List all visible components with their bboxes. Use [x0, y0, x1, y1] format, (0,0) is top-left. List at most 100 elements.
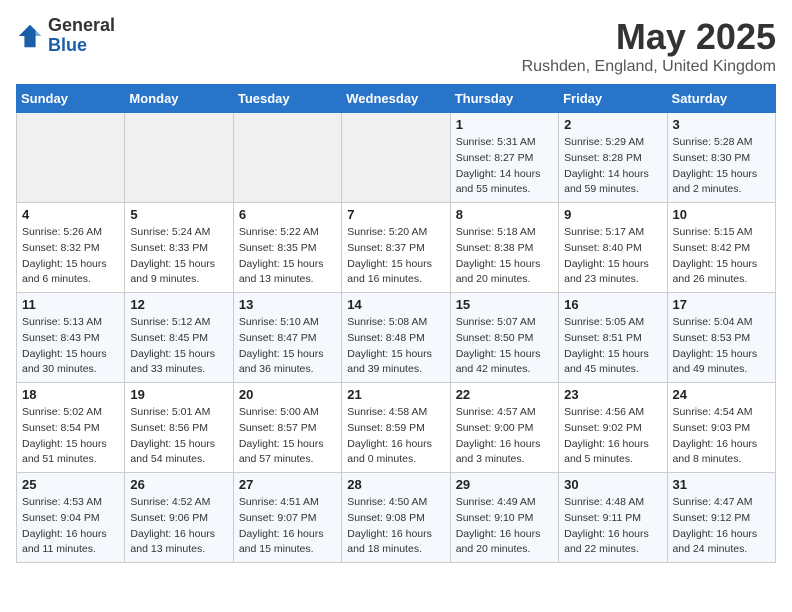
weekday-header-monday: Monday	[125, 85, 233, 113]
day-info: Sunrise: 5:28 AM Sunset: 8:30 PM Dayligh…	[673, 135, 770, 198]
week-row-3: 11Sunrise: 5:13 AM Sunset: 8:43 PM Dayli…	[17, 293, 776, 383]
day-info: Sunrise: 4:56 AM Sunset: 9:02 PM Dayligh…	[564, 405, 661, 468]
day-info: Sunrise: 5:00 AM Sunset: 8:57 PM Dayligh…	[239, 405, 336, 468]
calendar-cell: 13Sunrise: 5:10 AM Sunset: 8:47 PM Dayli…	[233, 293, 341, 383]
day-number: 27	[239, 477, 336, 492]
day-info: Sunrise: 5:02 AM Sunset: 8:54 PM Dayligh…	[22, 405, 119, 468]
day-info: Sunrise: 4:47 AM Sunset: 9:12 PM Dayligh…	[673, 495, 770, 558]
page-header: General Blue May 2025 Rushden, England, …	[16, 16, 776, 76]
calendar-cell: 24 Sunrise: 4:54 AM Sunset: 9:03 PM Dayli…	[667, 383, 775, 473]
week-row-5: 25 Sunrise: 4:53 AM Sunset: 9:04 PM Dayli…	[17, 473, 776, 563]
day-number: 14	[347, 297, 444, 312]
month-title: May 2025	[522, 16, 776, 58]
day-info: Sunrise: 5:18 AM Sunset: 8:38 PM Dayligh…	[456, 225, 553, 288]
day-info: Sunrise: 4:58 AM Sunset: 8:59 PM Dayligh…	[347, 405, 444, 468]
day-number: 5	[130, 207, 227, 222]
day-number: 28	[347, 477, 444, 492]
day-number: 21	[347, 387, 444, 402]
day-number: 11	[22, 297, 119, 312]
day-number: 17	[673, 297, 770, 312]
logo-blue-text: Blue	[48, 36, 115, 56]
day-number: 25	[22, 477, 119, 492]
day-info: Sunrise: 5:12 AM Sunset: 8:45 PM Dayligh…	[130, 315, 227, 378]
day-number: 7	[347, 207, 444, 222]
calendar-cell: 10 Sunrise: 5:15 AM Sunset: 8:42 PM Dayli…	[667, 203, 775, 293]
calendar-cell	[342, 113, 450, 203]
calendar-cell: 5 Sunrise: 5:24 AM Sunset: 8:33 PM Daylig…	[125, 203, 233, 293]
calendar-cell: 12 Sunrise: 5:12 AM Sunset: 8:45 PM Dayli…	[125, 293, 233, 383]
calendar-table: SundayMondayTuesdayWednesdayThursdayFrid…	[16, 84, 776, 563]
calendar-cell: 22Sunrise: 4:57 AM Sunset: 9:00 PM Dayli…	[450, 383, 558, 473]
day-info: Sunrise: 4:53 AM Sunset: 9:04 PM Dayligh…	[22, 495, 119, 558]
weekday-header-saturday: Saturday	[667, 85, 775, 113]
day-number: 10	[673, 207, 770, 222]
calendar-cell: 11Sunrise: 5:13 AM Sunset: 8:43 PM Dayli…	[17, 293, 125, 383]
day-number: 2	[564, 117, 661, 132]
day-number: 8	[456, 207, 553, 222]
week-row-4: 18 Sunrise: 5:02 AM Sunset: 8:54 PM Dayli…	[17, 383, 776, 473]
day-number: 6	[239, 207, 336, 222]
day-info: Sunrise: 5:05 AM Sunset: 8:51 PM Dayligh…	[564, 315, 661, 378]
title-area: May 2025 Rushden, England, United Kingdo…	[522, 16, 776, 76]
day-info: Sunrise: 4:51 AM Sunset: 9:07 PM Dayligh…	[239, 495, 336, 558]
day-number: 24	[673, 387, 770, 402]
day-number: 1	[456, 117, 553, 132]
calendar-cell	[125, 113, 233, 203]
calendar-cell: 27 Sunrise: 4:51 AM Sunset: 9:07 PM Dayli…	[233, 473, 341, 563]
day-info: Sunrise: 5:15 AM Sunset: 8:42 PM Dayligh…	[673, 225, 770, 288]
day-number: 19	[130, 387, 227, 402]
day-info: Sunrise: 5:20 AM Sunset: 8:37 PM Dayligh…	[347, 225, 444, 288]
day-number: 15	[456, 297, 553, 312]
day-info: Sunrise: 5:04 AM Sunset: 8:53 PM Dayligh…	[673, 315, 770, 378]
day-number: 20	[239, 387, 336, 402]
calendar-cell: 2 Sunrise: 5:29 AM Sunset: 8:28 PM Daylig…	[559, 113, 667, 203]
day-number: 12	[130, 297, 227, 312]
day-number: 16	[564, 297, 661, 312]
day-info: Sunrise: 5:10 AM Sunset: 8:47 PM Dayligh…	[239, 315, 336, 378]
day-info: Sunrise: 5:07 AM Sunset: 8:50 PM Dayligh…	[456, 315, 553, 378]
calendar-cell: 3 Sunrise: 5:28 AM Sunset: 8:30 PM Daylig…	[667, 113, 775, 203]
day-info: Sunrise: 4:48 AM Sunset: 9:11 PM Dayligh…	[564, 495, 661, 558]
calendar-cell: 7 Sunrise: 5:20 AM Sunset: 8:37 PM Daylig…	[342, 203, 450, 293]
day-number: 9	[564, 207, 661, 222]
day-info: Sunrise: 5:31 AM Sunset: 8:27 PM Dayligh…	[456, 135, 553, 198]
day-number: 29	[456, 477, 553, 492]
calendar-cell: 31Sunrise: 4:47 AM Sunset: 9:12 PM Dayli…	[667, 473, 775, 563]
day-info: Sunrise: 4:49 AM Sunset: 9:10 PM Dayligh…	[456, 495, 553, 558]
day-info: Sunrise: 5:22 AM Sunset: 8:35 PM Dayligh…	[239, 225, 336, 288]
day-info: Sunrise: 5:08 AM Sunset: 8:48 PM Dayligh…	[347, 315, 444, 378]
calendar-cell	[17, 113, 125, 203]
day-number: 3	[673, 117, 770, 132]
logo: General Blue	[16, 16, 115, 56]
weekday-header-thursday: Thursday	[450, 85, 558, 113]
day-number: 30	[564, 477, 661, 492]
day-info: Sunrise: 4:50 AM Sunset: 9:08 PM Dayligh…	[347, 495, 444, 558]
calendar-cell: 19 Sunrise: 5:01 AM Sunset: 8:56 PM Dayli…	[125, 383, 233, 473]
day-info: Sunrise: 5:29 AM Sunset: 8:28 PM Dayligh…	[564, 135, 661, 198]
calendar-cell: 1 Sunrise: 5:31 AM Sunset: 8:27 PM Daylig…	[450, 113, 558, 203]
day-number: 18	[22, 387, 119, 402]
calendar-cell: 6 Sunrise: 5:22 AM Sunset: 8:35 PM Daylig…	[233, 203, 341, 293]
day-number: 22	[456, 387, 553, 402]
location-title: Rushden, England, United Kingdom	[522, 58, 776, 76]
weekday-header-tuesday: Tuesday	[233, 85, 341, 113]
calendar-cell: 20 Sunrise: 5:00 AM Sunset: 8:57 PM Dayli…	[233, 383, 341, 473]
calendar-cell: 21 Sunrise: 4:58 AM Sunset: 8:59 PM Dayli…	[342, 383, 450, 473]
week-row-1: 1 Sunrise: 5:31 AM Sunset: 8:27 PM Daylig…	[17, 113, 776, 203]
day-info: Sunrise: 4:54 AM Sunset: 9:03 PM Dayligh…	[673, 405, 770, 468]
weekday-header-wednesday: Wednesday	[342, 85, 450, 113]
calendar-cell: 25 Sunrise: 4:53 AM Sunset: 9:04 PM Dayli…	[17, 473, 125, 563]
calendar-cell: 23Sunrise: 4:56 AM Sunset: 9:02 PM Dayli…	[559, 383, 667, 473]
day-info: Sunrise: 5:17 AM Sunset: 8:40 PM Dayligh…	[564, 225, 661, 288]
day-number: 26	[130, 477, 227, 492]
day-info: Sunrise: 5:24 AM Sunset: 8:33 PM Dayligh…	[130, 225, 227, 288]
calendar-cell	[233, 113, 341, 203]
calendar-cell: 18 Sunrise: 5:02 AM Sunset: 8:54 PM Dayli…	[17, 383, 125, 473]
day-info: Sunrise: 5:01 AM Sunset: 8:56 PM Dayligh…	[130, 405, 227, 468]
calendar-cell: 30 Sunrise: 4:48 AM Sunset: 9:11 PM Dayli…	[559, 473, 667, 563]
calendar-cell: 26Sunrise: 4:52 AM Sunset: 9:06 PM Dayli…	[125, 473, 233, 563]
calendar-cell: 8 Sunrise: 5:18 AM Sunset: 8:38 PM Daylig…	[450, 203, 558, 293]
calendar-cell: 16 Sunrise: 5:05 AM Sunset: 8:51 PM Dayli…	[559, 293, 667, 383]
calendar-cell: 15 Sunrise: 5:07 AM Sunset: 8:50 PM Dayli…	[450, 293, 558, 383]
logo-icon	[16, 22, 44, 50]
